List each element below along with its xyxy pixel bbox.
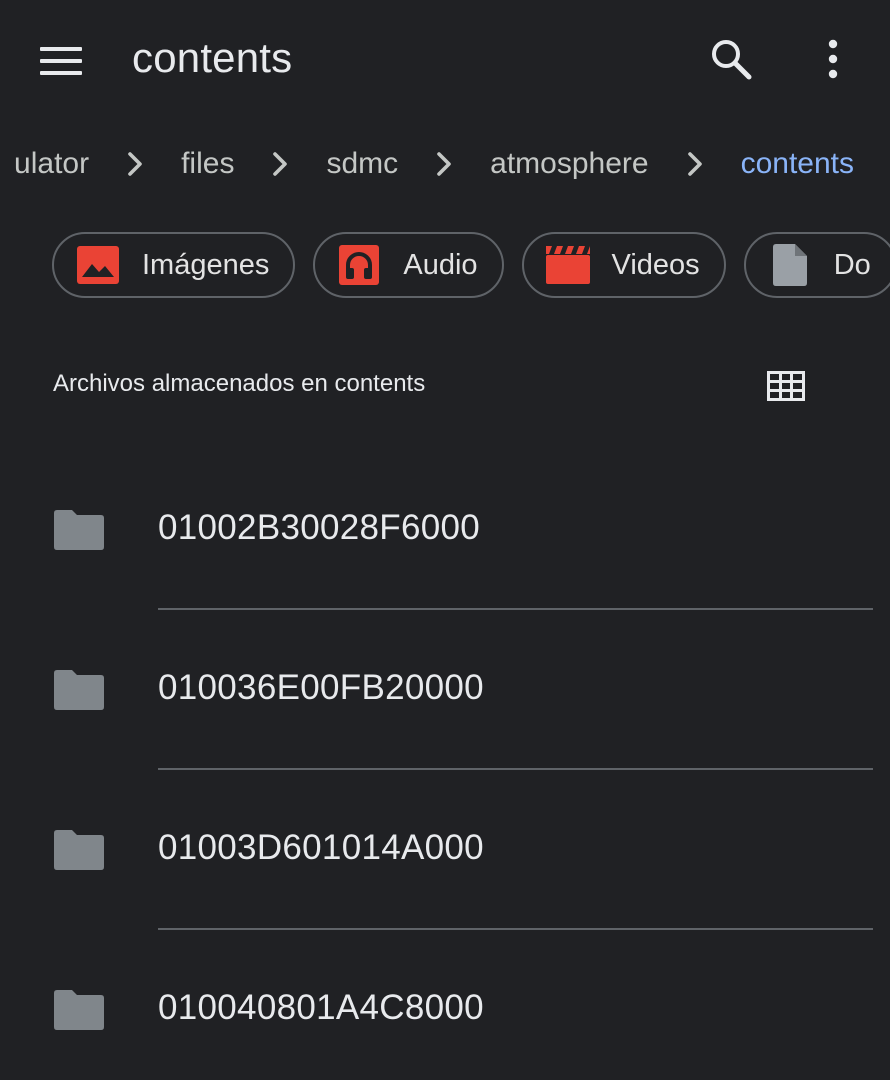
chip-images[interactable]: Imágenes — [52, 232, 296, 298]
list-item[interactable]: 010036E00FB20000 — [0, 610, 890, 770]
chevron-right-icon — [273, 152, 288, 176]
file-list: 01002B30028F6000 010036E00FB20000 01003D… — [0, 450, 890, 1080]
chip-label: Videos — [611, 248, 700, 281]
chevron-right-icon — [687, 152, 702, 176]
document-icon — [768, 243, 812, 287]
list-item[interactable]: 01002B30028F6000 — [0, 450, 890, 610]
breadcrumb-separator — [115, 144, 155, 184]
breadcrumb-separator — [424, 144, 464, 184]
file-name: 010036E00FB20000 — [158, 668, 484, 707]
chip-label: Do — [833, 248, 871, 281]
file-name: 010040801A4C8000 — [158, 988, 484, 1027]
breadcrumb-item-atmosphere[interactable]: atmosphere — [490, 147, 648, 181]
list-item[interactable]: 010040801A4C8000 — [0, 930, 890, 1080]
breadcrumb-item-contents[interactable]: contents — [741, 147, 854, 181]
folder-icon — [54, 670, 104, 710]
image-icon — [76, 243, 120, 287]
category-chips: Imágenes Audio Videos Do — [52, 232, 890, 302]
chip-documents[interactable]: Do — [743, 232, 890, 298]
menu-button[interactable] — [30, 30, 92, 92]
chip-audio[interactable]: Audio — [313, 232, 504, 298]
breadcrumb-item-files[interactable]: files — [181, 147, 234, 181]
hamburger-menu-icon — [40, 47, 82, 75]
folder-icon — [54, 510, 104, 550]
folder-icon — [54, 830, 104, 870]
search-button[interactable] — [700, 28, 762, 90]
chevron-right-icon — [128, 152, 142, 176]
breadcrumb-separator — [260, 144, 300, 184]
grid-view-icon — [767, 371, 805, 401]
chevron-right-icon — [437, 152, 451, 176]
chip-label: Audio — [403, 248, 478, 281]
more-options-button[interactable] — [802, 28, 864, 90]
breadcrumb-item-emulator[interactable]: ulator — [14, 147, 89, 181]
section-title: Archivos almacenados en contents — [53, 370, 426, 397]
search-icon — [712, 40, 752, 80]
breadcrumb: ulator files sdmc atmosphere contents — [0, 135, 890, 193]
file-name: 01002B30028F6000 — [158, 508, 481, 547]
chip-videos[interactable]: Videos — [521, 232, 726, 298]
list-item[interactable]: 01003D601014A000 — [0, 770, 890, 930]
clapperboard-icon — [545, 243, 590, 287]
folder-icon — [54, 990, 104, 1030]
file-manager-app: contents ulator files sdmc atmosphere co… — [0, 0, 890, 1080]
file-name: 01003D601014A000 — [158, 828, 484, 867]
breadcrumb-separator — [675, 144, 715, 184]
more-vert-icon — [828, 39, 838, 79]
grid-view-toggle[interactable] — [756, 360, 816, 412]
breadcrumb-track: ulator files sdmc atmosphere contents — [14, 135, 854, 193]
headphones-icon — [337, 243, 381, 287]
chip-label: Imágenes — [142, 248, 270, 281]
breadcrumb-item-sdmc[interactable]: sdmc — [326, 147, 398, 181]
page-title: contents — [132, 34, 293, 81]
top-app-bar: contents — [0, 0, 890, 120]
